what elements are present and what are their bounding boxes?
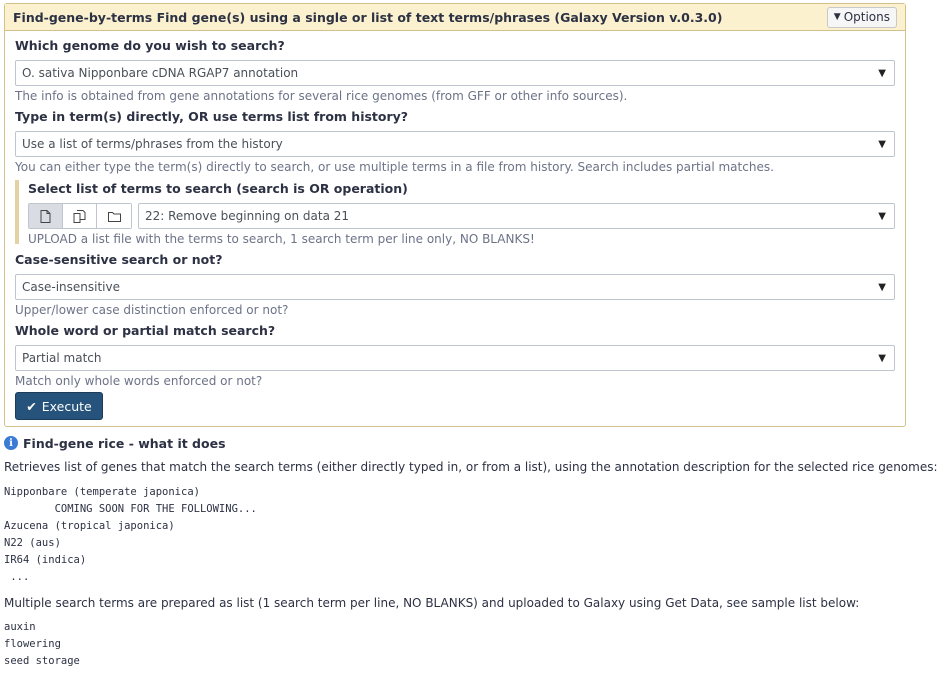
dropdown-caret-icon: ▼ bbox=[878, 352, 886, 364]
options-label: Options bbox=[843, 10, 890, 24]
case-field: Case-sensitive search or not? Case-insen… bbox=[15, 251, 895, 319]
dropdown-caret-icon: ▼ bbox=[878, 281, 886, 293]
file-icon bbox=[40, 209, 51, 223]
input-mode-label: Type in term(s) directly, OR use terms l… bbox=[15, 109, 409, 124]
input-mode-field: Type in term(s) directly, OR use terms l… bbox=[15, 108, 895, 176]
help-heading: i Find-gene rice - what it does bbox=[4, 434, 949, 452]
collection-button[interactable] bbox=[97, 204, 131, 228]
match-select[interactable]: Partial match ▼ bbox=[15, 345, 895, 371]
tool-help: i Find-gene rice - what it does Retrieve… bbox=[4, 434, 949, 670]
case-label: Case-sensitive search or not? bbox=[15, 252, 223, 267]
dropdown-caret-icon: ▼ bbox=[878, 67, 886, 79]
input-mode-select-value: Use a list of terms/phrases from the his… bbox=[22, 137, 283, 151]
case-select-value: Case-insensitive bbox=[22, 280, 120, 294]
execute-button[interactable]: ✔ Execute bbox=[15, 392, 103, 420]
sample-terms-list: auxin flowering seed storage bbox=[4, 621, 80, 667]
caret-down-icon: ▼ bbox=[833, 12, 841, 22]
single-dataset-button[interactable] bbox=[29, 204, 63, 228]
help-multi: Multiple search terms are prepared as li… bbox=[4, 596, 860, 610]
genome-label: Which genome do you wish to search? bbox=[15, 38, 285, 53]
tool-form-panel: Find-gene-by-terms Find gene(s) using a … bbox=[4, 3, 906, 427]
tool-title: Find-gene-by-terms Find gene(s) using a … bbox=[13, 9, 723, 25]
input-mode-help: You can either type the term(s) directly… bbox=[15, 160, 774, 174]
dropdown-caret-icon: ▼ bbox=[878, 138, 886, 150]
check-icon: ✔ bbox=[26, 398, 37, 414]
terms-list-help: UPLOAD a list file with the terms to sea… bbox=[28, 232, 535, 246]
dropdown-caret-icon: ▼ bbox=[878, 210, 886, 222]
genome-field: Which genome do you wish to search? O. s… bbox=[15, 37, 895, 105]
terms-list-select-value: 22: Remove beginning on data 21 bbox=[145, 209, 350, 223]
genome-select[interactable]: O. sativa Nipponbare cDNA RGAP7 annotati… bbox=[15, 60, 895, 86]
terms-list-select[interactable]: 22: Remove beginning on data 21 ▼ bbox=[138, 203, 895, 229]
info-icon: i bbox=[4, 436, 18, 450]
execute-label: Execute bbox=[41, 398, 92, 414]
input-mode-select[interactable]: Use a list of terms/phrases from the his… bbox=[15, 131, 895, 157]
files-icon bbox=[73, 209, 86, 223]
help-intro: Retrieves list of genes that match the s… bbox=[4, 460, 938, 474]
genomes-list: Nipponbare (temperate japonica) COMING S… bbox=[4, 486, 257, 583]
case-select[interactable]: Case-insensitive ▼ bbox=[15, 274, 895, 300]
tool-header: Find-gene-by-terms Find gene(s) using a … bbox=[5, 4, 905, 31]
case-help: Upper/lower case distinction enforced or… bbox=[15, 303, 289, 317]
multiple-datasets-button[interactable] bbox=[63, 204, 97, 228]
match-help: Match only whole words enforced or not? bbox=[15, 374, 263, 388]
genome-select-value: O. sativa Nipponbare cDNA RGAP7 annotati… bbox=[22, 66, 299, 80]
terms-list-label: Select list of terms to search (search i… bbox=[28, 181, 408, 196]
help-title: Find-gene rice - what it does bbox=[23, 435, 226, 451]
folder-icon bbox=[107, 211, 121, 222]
data-source-buttons bbox=[28, 203, 132, 229]
terms-list-section: Select list of terms to search (search i… bbox=[15, 180, 895, 246]
genome-help: The info is obtained from gene annotatio… bbox=[15, 89, 628, 103]
match-label: Whole word or partial match search? bbox=[15, 323, 276, 338]
options-button[interactable]: ▼ Options bbox=[826, 6, 897, 28]
match-field: Whole word or partial match search? Part… bbox=[15, 322, 895, 390]
match-select-value: Partial match bbox=[22, 351, 102, 365]
